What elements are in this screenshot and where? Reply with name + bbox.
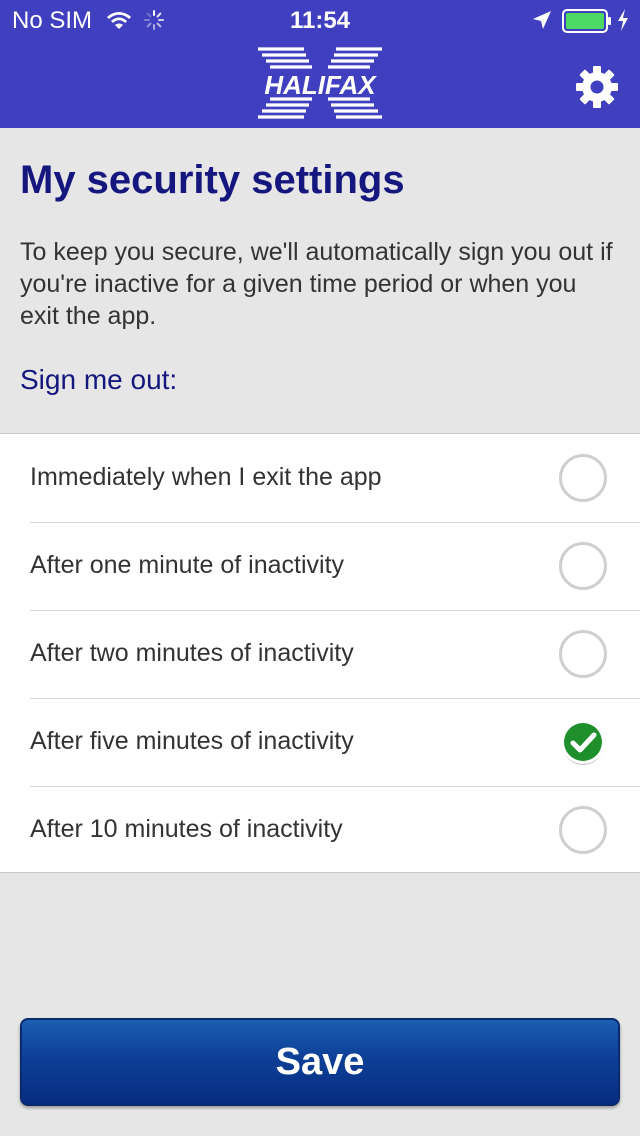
header: No SIM 11:54 HALIFAX	[0, 0, 640, 128]
radio-button[interactable]	[558, 805, 608, 855]
status-bar: No SIM 11:54	[0, 0, 640, 40]
option-label: After 10 minutes of inactivity	[30, 815, 343, 843]
charge-icon	[618, 9, 628, 31]
option-one-minute[interactable]: After one minute of inactivity	[0, 522, 640, 610]
option-label: Immediately when I exit the app	[30, 463, 382, 491]
radio-button[interactable]	[558, 629, 608, 679]
logo-text: HALIFAX	[264, 70, 376, 100]
halifax-logo: HALIFAX	[254, 46, 386, 120]
option-immediately[interactable]: Immediately when I exit the app	[0, 434, 640, 522]
option-label: After five minutes of inactivity	[30, 727, 354, 755]
radio-button-selected[interactable]	[558, 717, 608, 767]
gear-icon	[576, 66, 618, 108]
app: No SIM 11:54 HALIFAX My security setting…	[0, 0, 640, 1136]
option-label: After one minute of inactivity	[30, 551, 345, 579]
option-ten-minutes[interactable]: After 10 minutes of inactivity	[0, 786, 640, 874]
option-five-minutes[interactable]: After five minutes of inactivity	[0, 698, 640, 786]
battery-icon	[562, 9, 611, 33]
radio-button[interactable]	[558, 541, 608, 591]
save-button[interactable]: Save	[20, 1018, 620, 1106]
sign-out-options: Immediately when I exit the app After on…	[0, 433, 640, 873]
radio-button[interactable]	[558, 453, 608, 503]
intro-text: To keep you secure, we'll automatically …	[20, 238, 613, 330]
option-label: After two minutes of inactivity	[30, 639, 354, 667]
option-two-minutes[interactable]: After two minutes of inactivity	[0, 610, 640, 698]
location-icon	[533, 11, 551, 29]
page-title: My security settings	[20, 158, 405, 202]
sign-out-label: Sign me out:	[20, 364, 178, 395]
settings-gear-button[interactable]	[574, 64, 620, 110]
